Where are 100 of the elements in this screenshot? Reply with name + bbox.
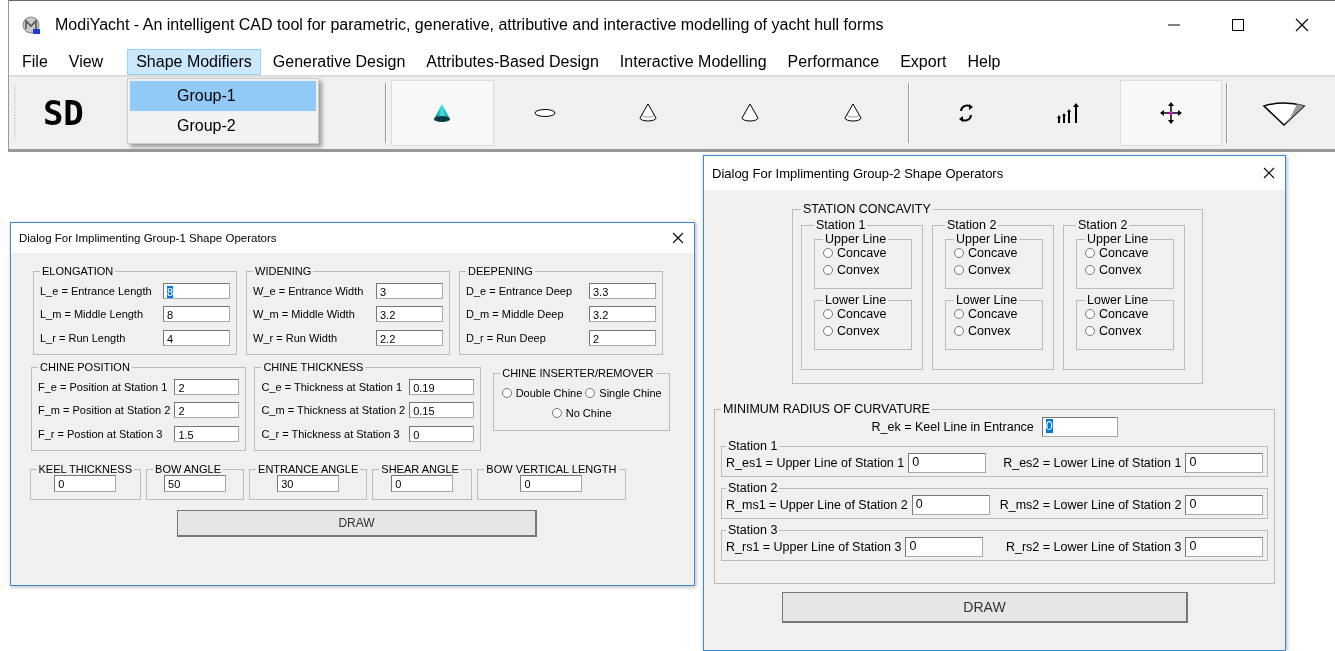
menu-option[interactable]: Group-1: [130, 81, 316, 111]
input-field[interactable]: 0: [391, 475, 454, 492]
group-title: CHINE THICKNESS: [262, 361, 365, 373]
cone-icon: [843, 103, 864, 123]
field-label: L_e = Entrance Length: [40, 284, 152, 297]
cone-icon: [740, 103, 761, 123]
input-field[interactable]: 0: [54, 475, 117, 492]
input-field[interactable]: 0: [1185, 453, 1264, 473]
group-title: DEEPENING: [467, 265, 534, 277]
input-field[interactable]: 0: [1041, 417, 1118, 437]
input-field[interactable]: 3.2: [589, 306, 656, 323]
radio-button[interactable]: Concave: [954, 246, 1036, 260]
menu-option[interactable]: Group-2: [130, 111, 316, 141]
input-field[interactable]: 8: [163, 306, 230, 323]
menu-item[interactable]: Generative Design: [263, 49, 415, 75]
field-label: D_r = Run Deep: [466, 332, 546, 345]
radio-button[interactable]: Convex: [954, 324, 1036, 338]
input-field[interactable]: 0: [1185, 537, 1264, 557]
group-title: STATION CONCAVITY: [802, 202, 932, 216]
input-field[interactable]: 30: [277, 475, 340, 492]
cone-icon: [637, 103, 658, 123]
close-icon: [672, 232, 684, 244]
group-title: Station 3: [727, 523, 779, 537]
input-field[interactable]: 0: [908, 453, 987, 473]
group-title: Lower Line: [824, 293, 888, 307]
bar-arrows-icon: [1056, 102, 1081, 124]
field-label: R_rs1 = Upper Line of Station 3: [726, 540, 902, 554]
input-field[interactable]: 0.19: [409, 378, 475, 395]
input-field[interactable]: 0: [911, 495, 990, 515]
app-icon: [21, 15, 41, 35]
field-label: L_m = Middle Length: [40, 308, 144, 321]
group-title: Lower Line: [1086, 293, 1150, 307]
field-label: C_e = Thickness at Station 1: [261, 380, 403, 393]
group-title: BOW VERTICAL LENGTH: [485, 463, 618, 475]
input-field[interactable]: 0: [409, 426, 475, 443]
radio-button[interactable]: Convex: [823, 324, 905, 338]
input-field[interactable]: 4: [163, 330, 230, 347]
radio-button[interactable]: Convex: [1085, 263, 1167, 277]
radio-button[interactable]: Concave: [823, 246, 905, 260]
input-field[interactable]: 0: [520, 475, 583, 492]
draw-button[interactable]: DRAW: [177, 510, 537, 537]
input-field[interactable]: 2: [589, 330, 656, 347]
input-field[interactable]: 0: [1185, 495, 1264, 515]
window-title: ModiYacht - An intelligent CAD tool for parametric, generative, attributive and interactive modelling of yacht hull forms: [55, 16, 885, 34]
group-title: Lower Line: [955, 293, 1019, 307]
field-label: R_es2 = Lower Line of Station 1: [1003, 456, 1182, 470]
wedge-icon: [1261, 99, 1306, 127]
group-title: Station 2: [946, 218, 998, 232]
radio-button[interactable]: Concave: [954, 307, 1036, 321]
field-label: R_rs2 = Lower Line of Station 3: [1005, 540, 1182, 554]
input-field[interactable]: 2: [174, 402, 240, 419]
radio-button[interactable]: No Chine: [551, 407, 612, 419]
group-title: Upper Line: [824, 232, 888, 246]
radio-button[interactable]: Concave: [823, 307, 905, 321]
input-field[interactable]: 50: [164, 475, 227, 492]
radio-button[interactable]: Convex: [1085, 324, 1167, 338]
radio-button[interactable]: Single Chine: [585, 387, 662, 399]
input-field[interactable]: 2.2: [376, 330, 443, 347]
input-field[interactable]: 0.15: [409, 402, 475, 419]
maximize-icon: [1231, 18, 1245, 32]
group-title: Upper Line: [1086, 232, 1150, 246]
input-field[interactable]: 3.3: [589, 282, 656, 299]
group-title: Station 2: [727, 481, 779, 495]
radio-button[interactable]: Convex: [954, 263, 1036, 277]
radio-button[interactable]: Double Chine: [501, 387, 583, 399]
input-field[interactable]: 0: [905, 537, 984, 557]
menu-item[interactable]: Performance: [778, 49, 889, 75]
menu-item[interactable]: Attributes-Based Design: [417, 49, 608, 75]
field-label: W_m = Middle Width: [253, 308, 355, 321]
ellipse-icon: [534, 108, 557, 118]
menu-item[interactable]: File: [13, 49, 57, 75]
menu-item[interactable]: Help: [958, 49, 1010, 75]
input-field[interactable]: 1.5: [174, 426, 240, 443]
field-label: F_r = Postion at Station 3: [38, 428, 163, 441]
input-field[interactable]: 3.2: [376, 306, 443, 323]
input-field[interactable]: 3: [376, 282, 443, 299]
input-field[interactable]: 8: [163, 282, 230, 299]
radio-button[interactable]: Convex: [823, 263, 905, 277]
radio-button[interactable]: Concave: [1085, 307, 1167, 321]
field-label: D_e = Entrance Deep: [466, 284, 573, 297]
move-arrows-icon: [1159, 101, 1184, 125]
toolbar-button[interactable]: [391, 80, 494, 146]
toolbar-logo: SD: [41, 93, 85, 133]
menu-item[interactable]: Interactive Modelling: [610, 49, 776, 75]
draw-button[interactable]: DRAW: [782, 592, 1188, 623]
input-field[interactable]: 2: [174, 378, 240, 395]
close-icon: [1263, 167, 1275, 179]
menu-item[interactable]: Export: [891, 49, 956, 75]
field-label: R_ms1 = Upper Line of Station 2: [726, 498, 908, 512]
group-title: Station 1: [815, 218, 867, 232]
dialog-title: Dialog For Implimenting Group-1 Shape Operators: [19, 232, 277, 244]
group-title: Station 2: [1077, 218, 1129, 232]
group-title: CHINE POSITION: [39, 361, 131, 373]
group-title: ENTRANCE ANGLE: [257, 463, 360, 475]
menu-item[interactable]: Shape Modifiers: [127, 49, 261, 75]
field-label: R_es1 = Upper Line of Station 1: [726, 456, 905, 470]
radio-button[interactable]: Concave: [1085, 246, 1167, 260]
field-label: C_r = Thickness at Station 3: [261, 428, 400, 441]
field-label: C_m = Thickness at Station 2: [261, 404, 406, 417]
menu-item[interactable]: View: [59, 49, 113, 75]
